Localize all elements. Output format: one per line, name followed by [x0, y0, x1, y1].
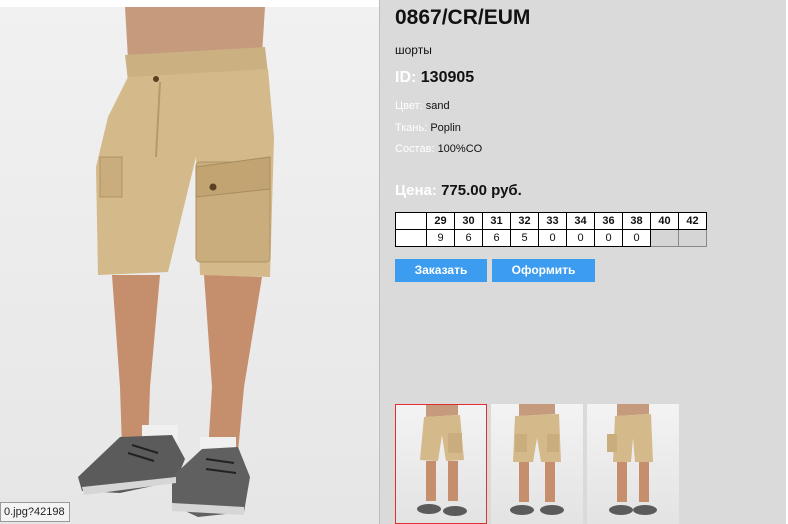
- thumbnail-back-image: [607, 404, 657, 515]
- price-value: 775.00 руб.: [441, 182, 522, 199]
- stock-cell[interactable]: 9: [426, 229, 455, 247]
- stock-cell-unavailable: [650, 229, 679, 247]
- size-stock-row: 9 6 6 5 0 0 0 0: [395, 229, 707, 247]
- size-header: 36: [594, 212, 623, 230]
- main-product-photo[interactable]: [0, 7, 379, 524]
- size-header: 34: [566, 212, 595, 230]
- color-property: Цвет: sand: [395, 100, 450, 112]
- top-strip: [0, 0, 379, 7]
- id-label: ID:: [395, 69, 417, 86]
- stock-cell[interactable]: 5: [510, 229, 539, 247]
- fabric-property: Ткань: Poplin: [395, 122, 461, 134]
- checkout-button[interactable]: Оформить: [492, 259, 595, 282]
- stock-cell[interactable]: 0: [566, 229, 595, 247]
- color-label: Цвет:: [395, 100, 423, 112]
- stock-cell[interactable]: 6: [482, 229, 511, 247]
- fabric-value: Poplin: [430, 122, 461, 134]
- thumbnail-front-image: [417, 405, 467, 516]
- stock-corner-cell: [395, 229, 427, 247]
- size-header: 33: [538, 212, 567, 230]
- composition-property: Состав: 100%CO: [395, 143, 482, 155]
- product-article: 0867/CR/EUM: [395, 6, 531, 29]
- product-info-panel: 0867/CR/EUM шорты ID: 130905 Цвет: sand …: [380, 0, 788, 524]
- thumbnail-back[interactable]: [587, 404, 679, 524]
- color-value: sand: [425, 100, 450, 112]
- size-header: 38: [622, 212, 651, 230]
- size-header: 42: [678, 212, 707, 230]
- thumbnail-side-image: [510, 404, 564, 515]
- composition-value: 100%CO: [437, 143, 483, 155]
- size-header: 32: [510, 212, 539, 230]
- size-header-row: 29 30 31 32 33 34 36 38 40 42: [395, 212, 707, 230]
- stock-cell[interactable]: 6: [454, 229, 483, 247]
- product-type: шорты: [395, 43, 432, 57]
- product-price: Цена: 775.00 руб.: [395, 182, 522, 199]
- composition-label: Состав:: [395, 143, 435, 155]
- stock-cell-unavailable: [678, 229, 707, 247]
- shorts-model-illustration: [78, 7, 274, 517]
- size-header: 29: [426, 212, 455, 230]
- stock-cell[interactable]: 0: [622, 229, 651, 247]
- size-header: 40: [650, 212, 679, 230]
- price-label: Цена:: [395, 182, 437, 199]
- size-header: 30: [454, 212, 483, 230]
- fabric-label: Ткань:: [395, 122, 428, 134]
- product-id: ID: 130905: [395, 69, 474, 87]
- size-header: 31: [482, 212, 511, 230]
- stock-cell[interactable]: 0: [594, 229, 623, 247]
- id-value: 130905: [420, 69, 475, 86]
- order-button[interactable]: Заказать: [395, 259, 487, 282]
- thumbnail-side[interactable]: [491, 404, 583, 524]
- link-status-tooltip: 0.jpg?42198: [0, 502, 70, 522]
- size-stock-table: 29 30 31 32 33 34 36 38 40 42 9 6 6 5 0 …: [395, 212, 707, 247]
- thumbnail-front[interactable]: [395, 404, 487, 524]
- stock-cell[interactable]: 0: [538, 229, 567, 247]
- size-corner-cell: [395, 212, 427, 230]
